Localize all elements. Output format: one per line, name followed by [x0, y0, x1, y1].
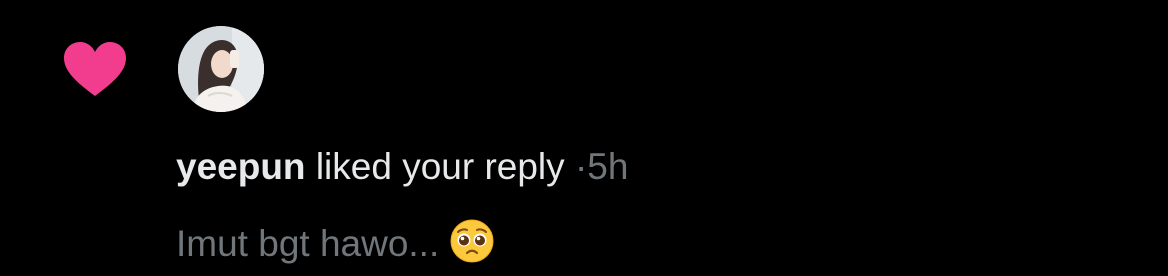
action-text: liked your reply	[315, 146, 565, 187]
reply-text: Imut bgt hawo...	[176, 223, 440, 264]
avatar-photo	[178, 26, 264, 112]
avatar[interactable]	[178, 26, 264, 112]
notification-headline: yeepun liked your reply ·5h	[176, 144, 628, 190]
reply-preview[interactable]: Imut bgt hawo...	[176, 218, 495, 267]
separator-dot: ·	[574, 146, 588, 187]
username-link[interactable]: yeepun	[176, 146, 306, 187]
heart-icon	[64, 42, 126, 96]
timestamp: 5h	[587, 146, 629, 187]
like-notification[interactable]: yeepun liked your reply ·5h Imut bgt haw…	[0, 0, 1168, 276]
pleading-face-emoji	[450, 219, 494, 263]
